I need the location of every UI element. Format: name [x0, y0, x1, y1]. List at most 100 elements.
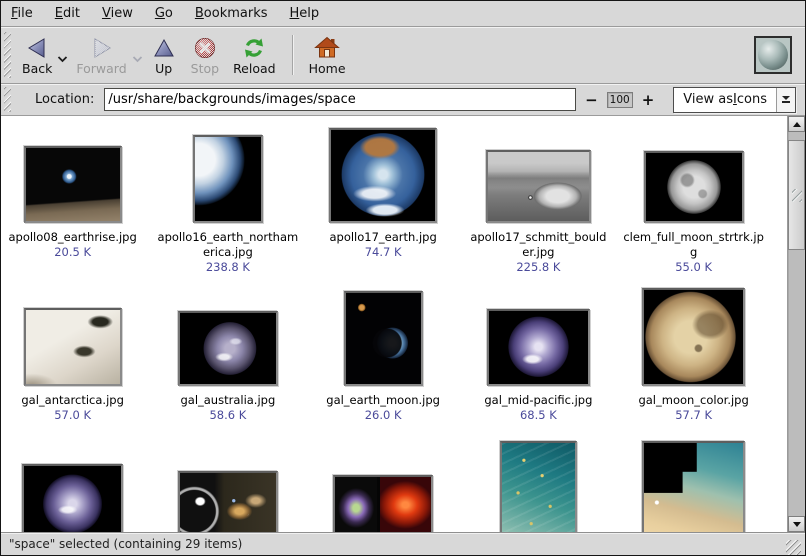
- file-item[interactable]: [1, 433, 150, 532]
- forward-history-dropdown-icon[interactable]: [132, 56, 143, 63]
- antarctica-thumbnail: [24, 308, 122, 386]
- teal-nebula-thumbnail: [500, 441, 577, 532]
- forward-button[interactable]: Forward: [69, 33, 133, 78]
- stop-label: Stop: [191, 62, 219, 76]
- view-mode-selector[interactable]: View as Icons: [673, 87, 796, 113]
- earthrise-thumbnail: [24, 146, 122, 223]
- resize-grip[interactable]: [786, 540, 801, 555]
- reload-icon: [241, 35, 267, 61]
- file-size: 238.8 K: [206, 260, 250, 275]
- color-moon-thumbnail: [642, 288, 745, 386]
- throbber-icon: [754, 36, 792, 74]
- up-label: Up: [155, 62, 172, 76]
- home-icon: [314, 35, 340, 61]
- icon-row: apollo08_earthrise.jpg 20.5 K apollo16_e…: [1, 116, 787, 286]
- file-item[interactable]: clem_full_moon_strtrk.jpg 55.0 K: [616, 123, 771, 286]
- status-text: "space" selected (containing 29 items): [9, 537, 242, 551]
- scroll-up-icon: [793, 122, 801, 127]
- menu-go[interactable]: Go: [155, 6, 173, 21]
- file-name: apollo17_schmitt_boulder.jpg: [467, 230, 609, 260]
- file-name: gal_antarctica.jpg: [21, 393, 124, 408]
- view-mode-dropdown-icon[interactable]: [776, 88, 795, 112]
- menu-help[interactable]: Help: [290, 6, 320, 21]
- menu-file[interactable]: File: [11, 6, 33, 21]
- reload-label: Reload: [233, 62, 276, 76]
- file-size: 57.0 K: [54, 408, 91, 423]
- file-manager-window: File Edit View Go Bookmarks Help Back Fo…: [0, 0, 806, 556]
- home-button[interactable]: Home: [302, 33, 353, 78]
- view-mode-label: View as Icons: [674, 88, 776, 112]
- file-name: apollo17_earth.jpg: [329, 230, 436, 245]
- file-size: 57.7 K: [675, 408, 712, 423]
- icon-row: gal_antarctica.jpg 57.0 K gal_australia.…: [1, 286, 787, 433]
- file-item[interactable]: apollo08_earthrise.jpg 20.5 K: [1, 123, 150, 286]
- colliding-galaxies-thumbnail: [178, 471, 278, 532]
- location-input[interactable]: [104, 88, 576, 111]
- zoom-level-indicator[interactable]: 100: [607, 92, 633, 108]
- file-item[interactable]: gal_mid-pacific.jpg 68.5 K: [461, 286, 616, 433]
- menu-edit[interactable]: Edit: [55, 6, 80, 21]
- file-name: gal_earth_moon.jpg: [326, 393, 440, 408]
- file-item[interactable]: [461, 433, 616, 532]
- file-size: 68.5 K: [520, 408, 557, 423]
- purple-earth-thumbnail: [22, 464, 123, 532]
- earth-australia-thumbnail: [178, 311, 278, 386]
- location-bar: Location: − 100 + View as Icons: [1, 84, 805, 116]
- menu-bar: File Edit View Go Bookmarks Help: [1, 1, 805, 27]
- nebula-dark-corner-thumbnail: [642, 441, 745, 532]
- file-name: gal_moon_color.jpg: [638, 393, 748, 408]
- full-moon-thumbnail: [644, 151, 744, 223]
- scroll-up-button[interactable]: [788, 116, 805, 132]
- file-item[interactable]: apollo16_earth_northamerica.jpg 238.8 K: [150, 123, 305, 286]
- menu-bookmarks[interactable]: Bookmarks: [195, 6, 268, 21]
- back-label: Back: [22, 62, 52, 76]
- zoom-in-button[interactable]: +: [639, 90, 658, 110]
- file-name: apollo08_earthrise.jpg: [8, 230, 136, 245]
- blue-marble-thumbnail: [329, 128, 437, 223]
- scrollbar-grip-icon: [792, 189, 802, 202]
- up-button[interactable]: Up: [144, 33, 184, 78]
- file-item[interactable]: gal_earth_moon.jpg 26.0 K: [306, 286, 461, 433]
- location-bar-drag-handle[interactable]: [4, 87, 11, 112]
- scrollbar-thumb[interactable]: [788, 140, 805, 250]
- scroll-down-button[interactable]: [788, 516, 805, 532]
- file-item[interactable]: gal_antarctica.jpg 57.0 K: [1, 286, 150, 433]
- forward-label: Forward: [76, 62, 126, 76]
- zoom-out-button[interactable]: −: [582, 90, 601, 110]
- stop-icon: [192, 35, 218, 61]
- earth-and-moon-thumbnail: [344, 291, 423, 386]
- file-name: gal_australia.jpg: [180, 393, 275, 408]
- toolbar-separator: [292, 35, 293, 75]
- file-item[interactable]: apollo17_earth.jpg 74.7 K: [306, 123, 461, 286]
- file-size: 74.7 K: [365, 245, 402, 260]
- location-label: Location:: [35, 92, 94, 107]
- file-size: 20.5 K: [54, 245, 91, 260]
- toolbar-drag-handle[interactable]: [4, 32, 11, 78]
- back-button[interactable]: Back: [15, 33, 59, 78]
- file-size: 55.0 K: [675, 260, 712, 275]
- toolbar: Back Forward Up: [1, 27, 805, 84]
- reload-button[interactable]: Reload: [226, 33, 283, 78]
- file-size: 26.0 K: [365, 408, 402, 423]
- moon-boulder-thumbnail: [486, 150, 591, 223]
- vertical-scrollbar[interactable]: [787, 116, 805, 532]
- back-history-dropdown-icon[interactable]: [57, 56, 68, 63]
- file-name: gal_mid-pacific.jpg: [484, 393, 592, 408]
- file-item[interactable]: [150, 433, 305, 532]
- menu-view[interactable]: View: [102, 6, 133, 21]
- file-item[interactable]: gal_moon_color.jpg 57.7 K: [616, 286, 771, 433]
- scroll-down-icon: [793, 522, 801, 527]
- file-item[interactable]: gal_australia.jpg 58.6 K: [150, 286, 305, 433]
- file-item[interactable]: apollo17_schmitt_boulder.jpg 225.8 K: [461, 123, 616, 286]
- status-bar: "space" selected (containing 29 items): [1, 532, 805, 555]
- icon-view[interactable]: apollo08_earthrise.jpg 20.5 K apollo16_e…: [1, 116, 787, 532]
- file-item[interactable]: [616, 433, 771, 532]
- icon-row: [1, 433, 787, 532]
- scrollbar-track[interactable]: [788, 132, 805, 516]
- file-item[interactable]: [306, 433, 461, 532]
- stop-button[interactable]: Stop: [184, 33, 226, 78]
- earth-pacific-thumbnail: [487, 309, 590, 386]
- forward-icon: [89, 35, 115, 61]
- back-icon: [24, 35, 50, 61]
- file-name: clem_full_moon_strtrk.jpg: [623, 230, 765, 260]
